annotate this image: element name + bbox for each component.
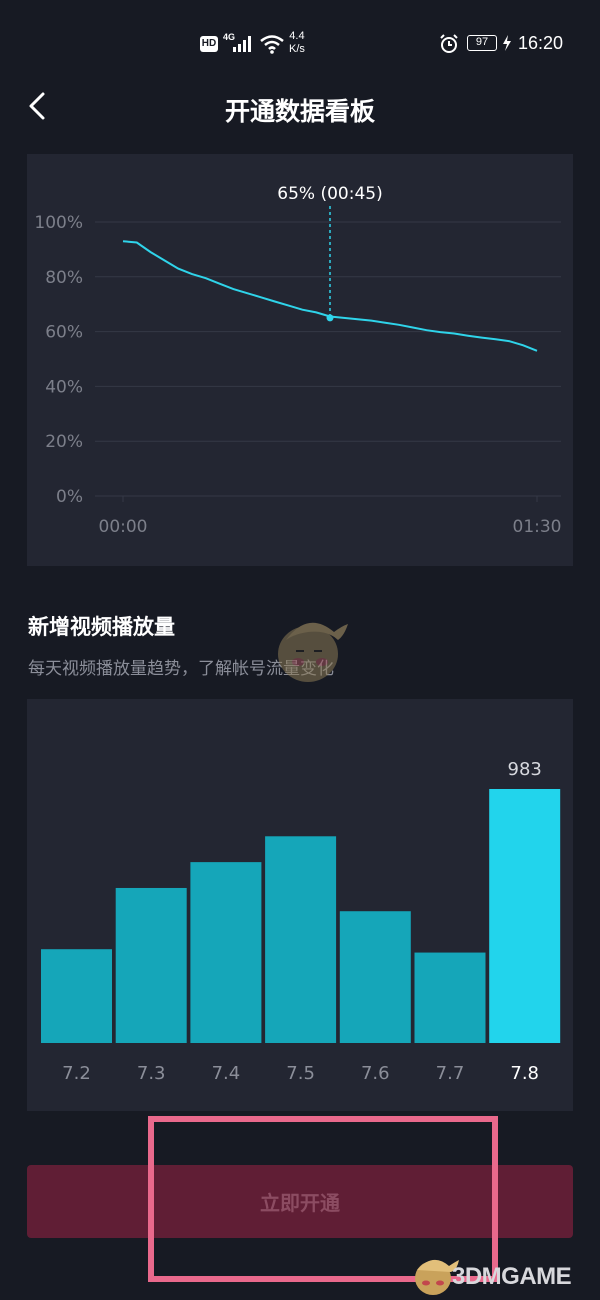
- bar-7-4[interactable]: [190, 862, 262, 1043]
- bar-7-3[interactable]: [115, 887, 187, 1043]
- page-title: 开通数据看板: [224, 98, 375, 126]
- bar-value-label: 983: [508, 759, 542, 780]
- bar-7-2[interactable]: [41, 949, 112, 1043]
- bar-category-label: 7.2: [62, 1063, 91, 1084]
- bar-7-8[interactable]: [489, 789, 561, 1043]
- alarm-icon: [440, 34, 458, 53]
- bar-category-label: 7.4: [212, 1063, 241, 1084]
- speed-value: 4.4: [289, 30, 305, 42]
- site-watermark-text: 3DMGAME: [452, 1263, 572, 1290]
- hd-badge: HD: [200, 36, 218, 52]
- battery-icon: 97: [467, 35, 497, 51]
- plays-bar-chart: 7.2 7.3 7.4 7.5 7.6 7.7 7.8 983: [41, 759, 561, 1084]
- y-tick-label: 60%: [45, 323, 83, 343]
- status-bar: HD 4G 4.4 K/s 97 16:20: [0, 0, 600, 80]
- retention-marker-point: [326, 314, 334, 322]
- x-tick-label: 00:00: [99, 517, 148, 537]
- retention-tooltip: 65% (00:45): [277, 184, 382, 204]
- bar-category-label: 7.8: [510, 1063, 539, 1084]
- y-tick-label: 40%: [45, 377, 83, 397]
- bar-7-7[interactable]: [414, 952, 486, 1043]
- speed-unit: K/s: [289, 43, 305, 55]
- signal-icon: [233, 36, 251, 52]
- bar-7-6[interactable]: [339, 911, 411, 1043]
- bar-category-label: 7.3: [137, 1063, 166, 1084]
- y-tick-label: 20%: [45, 432, 83, 452]
- network-speed: 4.4 K/s: [289, 30, 305, 56]
- nav-bar: 开通数据看板: [0, 80, 600, 138]
- plays-chart-panel: 7.2 7.3 7.4 7.5 7.6 7.7 7.8 983: [27, 699, 573, 1111]
- clock: 16:20: [518, 33, 564, 53]
- section-title: 新增视频播放量: [28, 615, 175, 639]
- retention-chart-panel: 100% 80% 60% 40% 20% 0% 00:00 01:30 65% (00:45…: [27, 154, 573, 566]
- x-tick-label: 01:30: [513, 517, 562, 537]
- bar-category-label: 7.7: [436, 1063, 465, 1084]
- mascot-watermark-icon: [278, 622, 348, 682]
- wifi-icon: [260, 35, 284, 54]
- y-tick-label: 100%: [34, 213, 83, 233]
- bar-category-label: 7.5: [286, 1063, 315, 1084]
- y-tick-label: 0%: [56, 487, 83, 507]
- bar-category-label: 7.6: [361, 1063, 390, 1084]
- charging-icon: [503, 35, 511, 51]
- y-tick-label: 80%: [45, 268, 83, 288]
- bar-7-5[interactable]: [265, 836, 337, 1043]
- retention-line-chart: 100% 80% 60% 40% 20% 0% 00:00 01:30 65% (00:45…: [34, 184, 562, 537]
